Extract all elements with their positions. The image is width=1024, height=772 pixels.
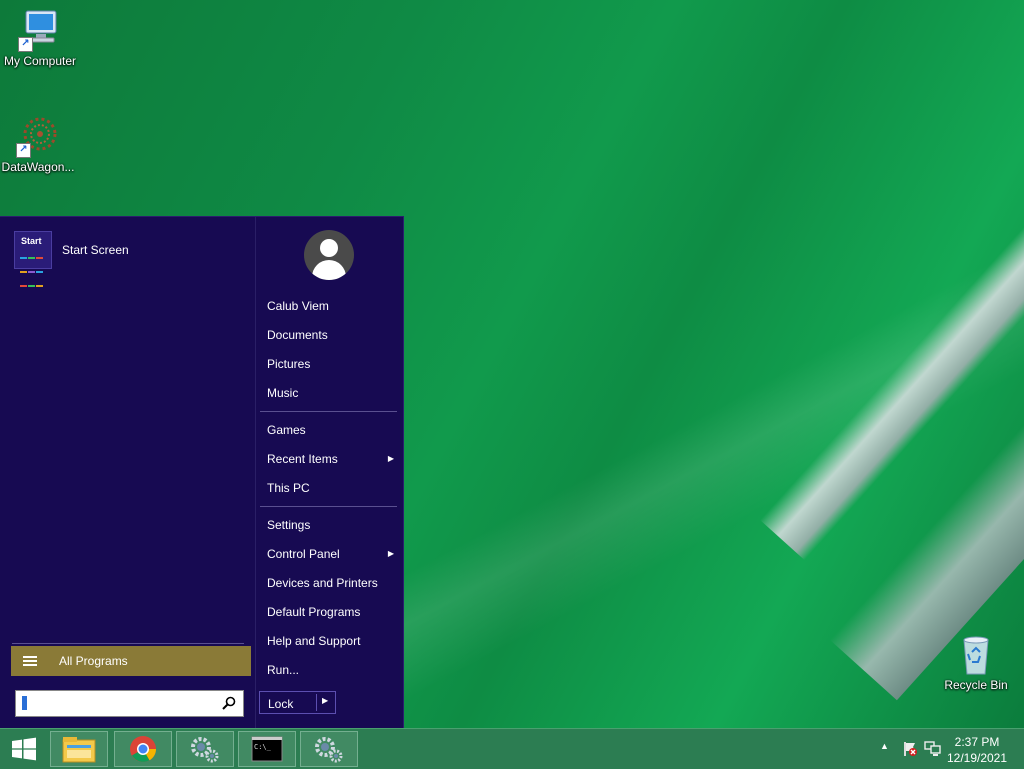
menu-item-user[interactable]: Calub Viem [260,295,400,324]
menu-item-control-panel[interactable]: Control Panel ▶ [260,543,400,572]
menu-item-label: Settings [267,518,311,532]
taskbar-settings-app[interactable] [176,731,234,767]
desktop-icon-label: My Computer [3,54,77,68]
search-icon[interactable] [222,696,236,710]
file-explorer-icon [62,737,96,763]
start-screen-label: Start Screen [62,243,129,257]
menu-item-run[interactable]: Run... [260,659,400,688]
split-divider [316,694,317,711]
desktop-icon-datawagon[interactable]: ↗ DataWagon... [0,114,78,174]
text-caret [22,696,27,710]
power-options-arrow-icon[interactable]: ▶ [322,696,328,705]
action-center-flag-icon[interactable] [902,741,918,757]
menu-item-devices-printers[interactable]: Devices and Printers [260,572,400,601]
divider [260,506,397,507]
start-menu-right-pane: Calub Viem Documents Pictures Music Game… [255,217,404,729]
settings-gears-icon [191,737,219,763]
start-button[interactable] [0,729,48,769]
taskbar: C:\_ ▲ 2:37 PM 12/19/2021 [0,728,1024,769]
svg-text:C:\_: C:\_ [254,743,272,751]
taskbar-chrome[interactable] [114,731,172,767]
clock-date: 12/19/2021 [946,751,1008,765]
taskbar-settings-app-2[interactable] [300,731,358,767]
list-icon [23,654,37,668]
lock-button[interactable]: Lock ▶ [259,691,336,714]
menu-item-label: Recent Items [267,452,338,466]
start-screen-icon: Start [14,231,52,287]
taskbar-command-prompt[interactable]: C:\_ [238,731,296,767]
menu-item-label: Documents [267,328,328,342]
windows-logo-icon [12,737,36,761]
show-hidden-icons-button[interactable]: ▲ [880,741,889,751]
divider [12,643,244,644]
menu-item-label: Help and Support [267,634,361,648]
clock[interactable]: 2:37 PM 12/19/2021 [942,734,1012,766]
menu-item-default-programs[interactable]: Default Programs [260,601,400,630]
menu-item-this-pc[interactable]: This PC [260,477,400,506]
chrome-icon [130,736,157,762]
pinned-start-screen[interactable]: Start Start Screen [14,231,244,287]
lock-label: Lock [268,697,294,711]
menu-item-label: Devices and Printers [267,576,378,590]
user-avatar[interactable] [304,230,354,280]
menu-item-settings[interactable]: Settings [260,514,400,543]
recycle-bin-icon [954,632,998,676]
system-tray: ▲ 2:37 PM 12/19/2021 [864,729,1024,769]
all-programs-label: All Programs [59,654,128,668]
taskbar-file-explorer[interactable] [50,731,108,767]
menu-item-label: Games [267,423,306,437]
menu-item-documents[interactable]: Documents [260,324,400,353]
search-box[interactable] [15,690,244,717]
menu-item-label: Control Panel [267,547,340,561]
datawagon-icon: ↗ [16,114,60,158]
clock-time: 2:37 PM [954,735,1000,749]
shortcut-arrow-icon: ↗ [16,143,31,158]
all-programs-button[interactable]: All Programs [11,646,251,676]
submenu-arrow-icon: ▶ [387,454,394,463]
shortcut-arrow-icon: ↗ [18,37,33,52]
desktop-icon-label: DataWagon... [1,160,75,174]
submenu-arrow-icon: ▶ [387,549,394,558]
menu-item-help-support[interactable]: Help and Support [260,630,400,659]
menu-item-label: Pictures [267,357,311,371]
menu-item-label: Run... [267,663,300,677]
places-menu: Calub Viem Documents Pictures Music Game… [260,295,400,688]
tile-text: Start [21,236,42,246]
desktop-icon-label: Recycle Bin [944,678,1008,692]
start-menu-left-pane: Start Start Screen All Programs [0,217,254,729]
menu-item-games[interactable]: Games [260,419,400,448]
menu-item-recent-items[interactable]: Recent Items ▶ [260,448,400,477]
search-input[interactable] [30,693,214,714]
network-icon[interactable] [924,741,942,757]
menu-item-label: Music [267,386,299,400]
menu-item-music[interactable]: Music [260,382,400,411]
start-menu: Start Start Screen All Programs Calub Vi… [0,216,404,729]
divider [260,411,397,412]
desktop-icon-my-computer[interactable]: ↗ My Computer [0,8,80,68]
computer-icon: ↗ [18,8,62,52]
settings-gears-icon [315,737,343,763]
command-prompt-icon: C:\_ [251,736,283,762]
menu-item-pictures[interactable]: Pictures [260,353,400,382]
menu-item-label: Calub Viem [267,299,329,313]
menu-item-label: This PC [267,481,310,495]
desktop-icon-recycle-bin[interactable]: Recycle Bin [936,632,1016,692]
menu-item-label: Default Programs [267,605,361,619]
